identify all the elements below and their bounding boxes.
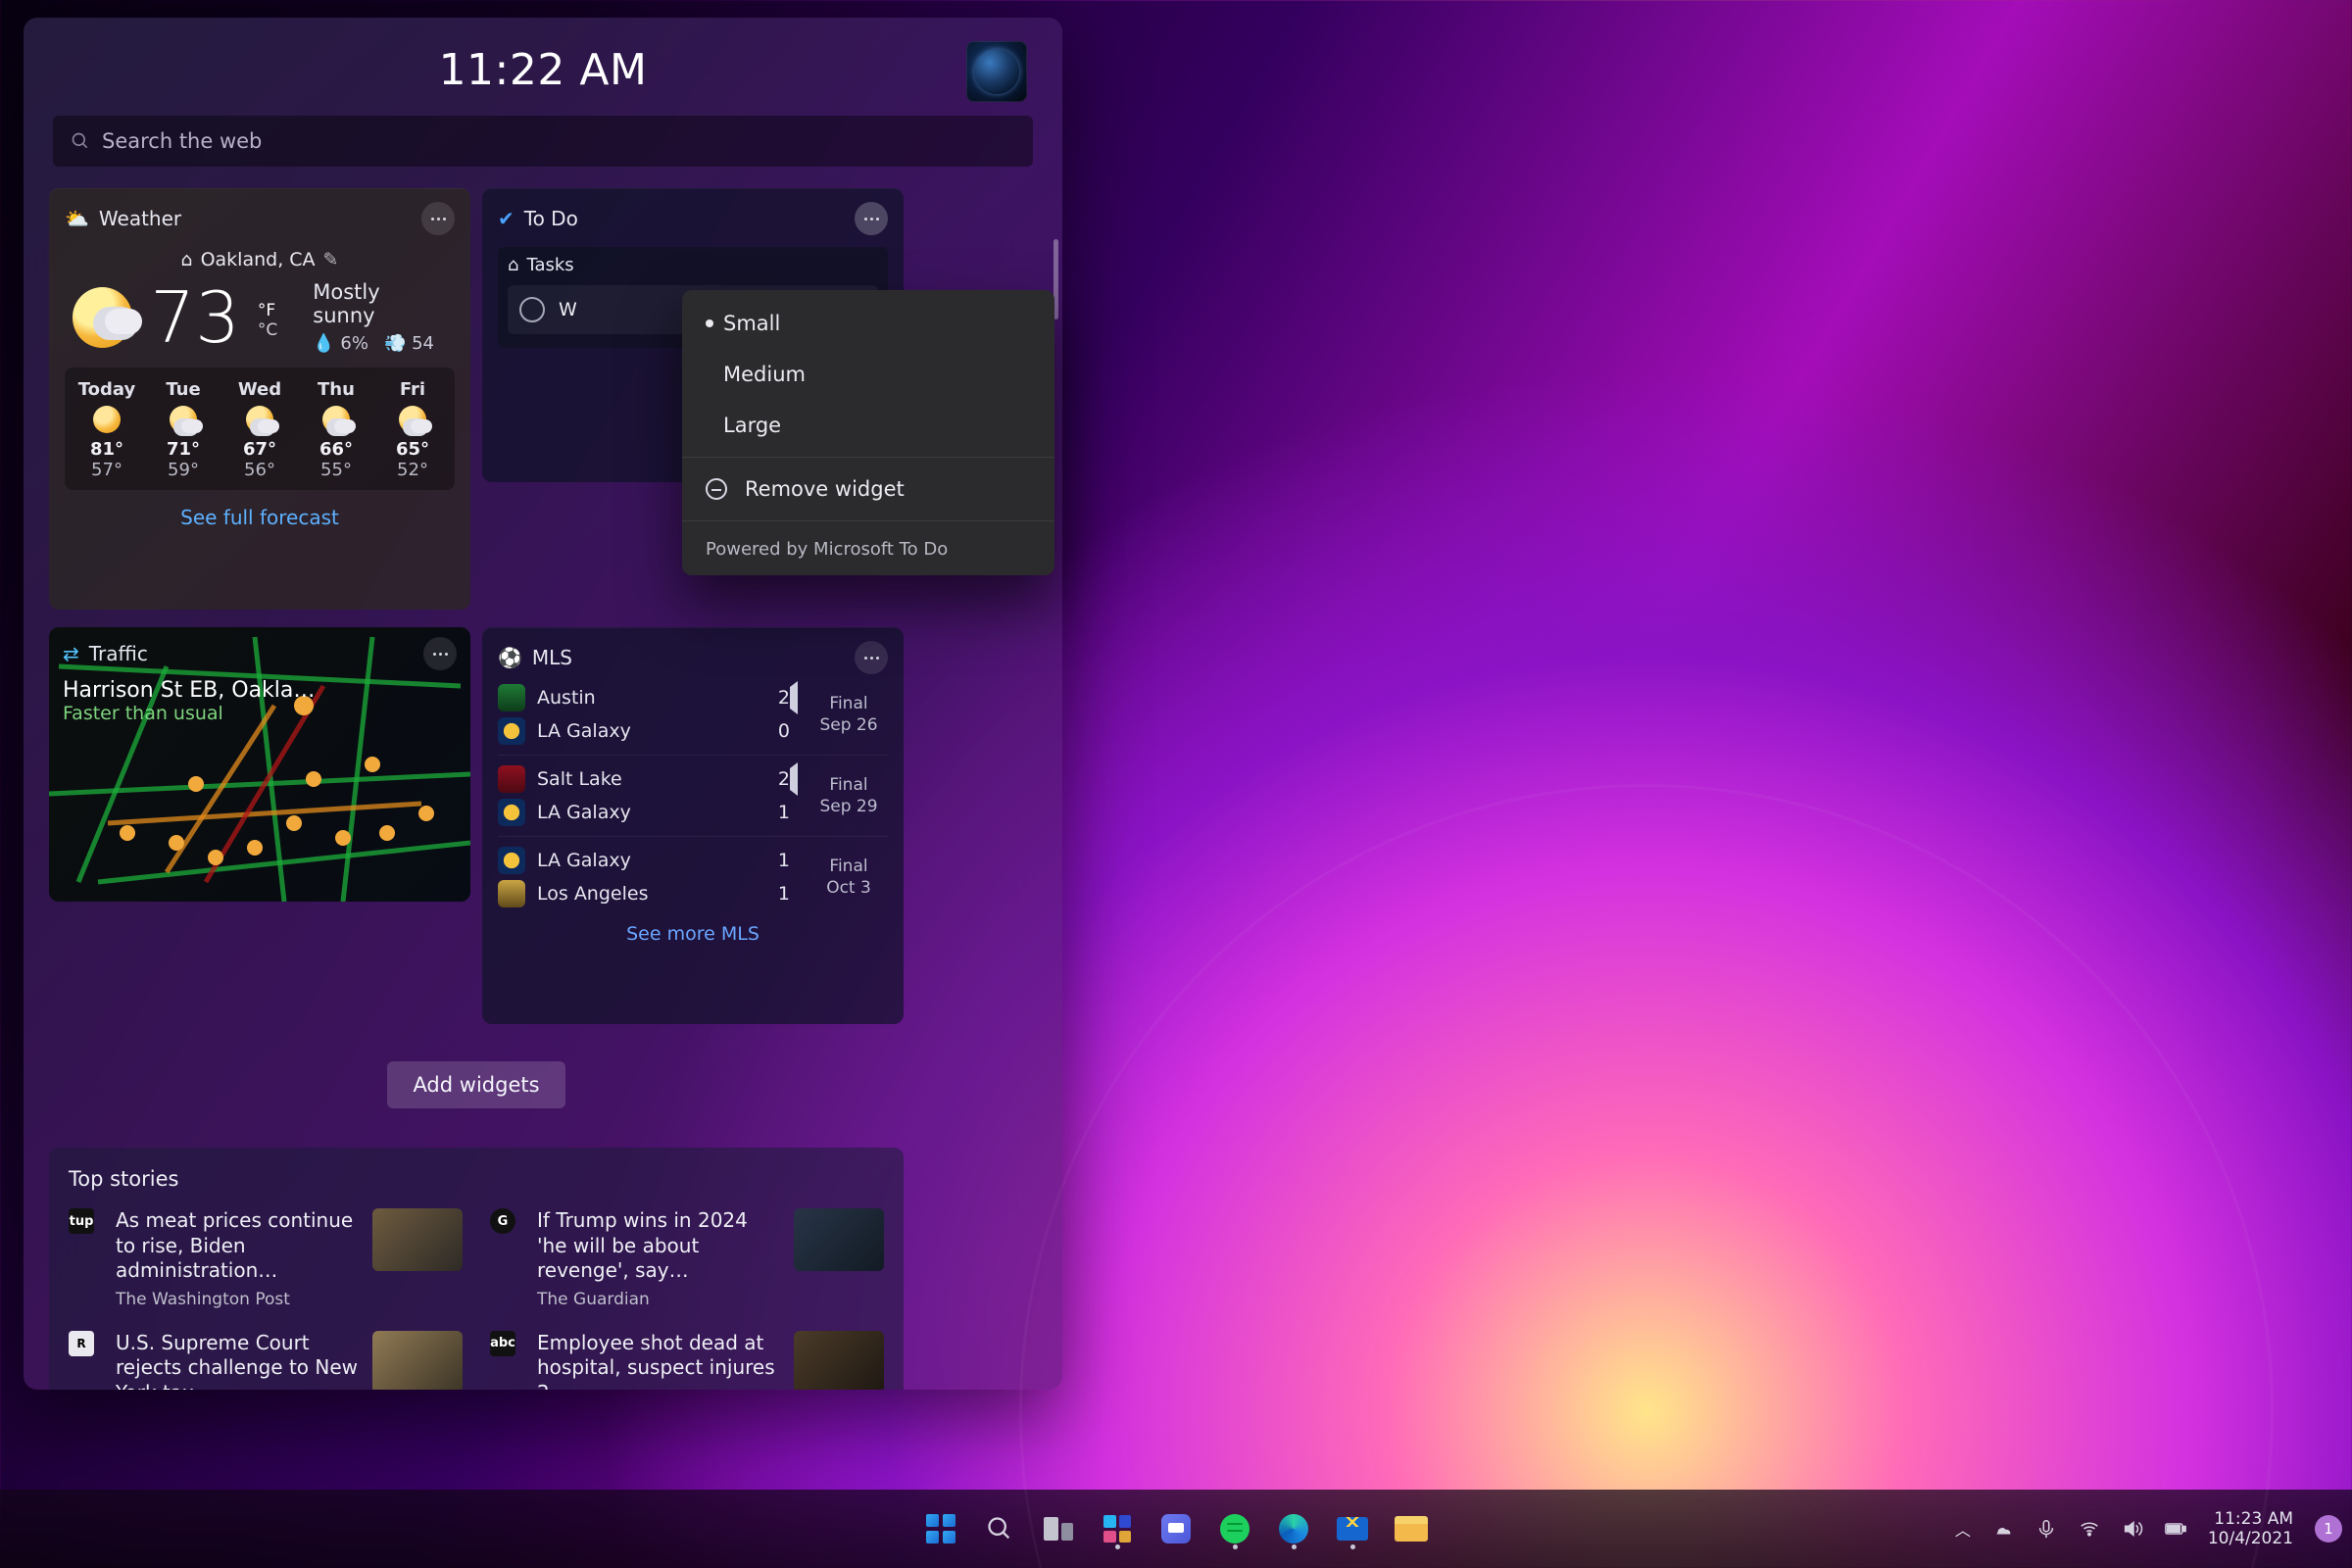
traffic-icon: ⇄ [63, 642, 79, 665]
story-2[interactable]: RU.S. Supreme Court rejects challenge to… [69, 1331, 463, 1390]
search-icon [71, 131, 90, 151]
precip: 💧 6% [313, 333, 368, 354]
microphone-icon[interactable] [2035, 1518, 2057, 1540]
mls-game-1[interactable]: Salt Lake2FinalSep 29LA Galaxy1 [498, 765, 888, 826]
todo-icon: ✔ [498, 207, 514, 230]
search-placeholder: Search the web [102, 129, 262, 153]
mls-more-button[interactable] [855, 641, 888, 674]
menu-size-medium[interactable]: Medium [682, 349, 1054, 400]
menu-remove-widget[interactable]: Remove widget [682, 464, 1054, 514]
see-more-mls-link[interactable]: See more MLS [498, 923, 888, 945]
traffic-more-button[interactable] [423, 637, 457, 670]
mls-icon: ⚽ [498, 646, 522, 669]
top-stories-card: Top stories tupAs meat prices continue t… [49, 1148, 904, 1390]
weather-condition: Mostly sunny [313, 280, 447, 327]
mail-button[interactable] [1328, 1504, 1377, 1553]
see-full-forecast-link[interactable]: See full forecast [65, 506, 455, 529]
task-checkbox[interactable] [519, 297, 545, 322]
todo-title: To Do [524, 207, 578, 230]
forecast-lbl-3: Thu [298, 379, 374, 400]
forecast-lbl-0: Today [69, 379, 145, 400]
taskbar-search-button[interactable] [975, 1504, 1024, 1553]
traffic-title: Traffic [89, 642, 148, 665]
volume-icon[interactable] [2122, 1518, 2143, 1540]
forecast-lbl-2: Wed [221, 379, 298, 400]
panel-clock: 11:22 AM [439, 45, 648, 95]
humidity: 💨 54 [384, 333, 434, 354]
forecast-hi-0: 81° [69, 439, 145, 460]
forecast-lo-3: 55° [298, 460, 374, 480]
task-view-button[interactable] [1034, 1504, 1083, 1553]
menu-powered-by: Powered by Microsoft To Do [682, 527, 1054, 560]
weather-more-button[interactable] [421, 202, 455, 235]
forecast-ico-0 [69, 400, 145, 439]
edit-location-icon[interactable]: ✎ [323, 249, 339, 270]
menu-size-small[interactable]: Small [682, 298, 1054, 349]
taskbar: ︿ 11:23 AM 10/4/2021 1 [0, 1490, 2352, 1568]
tasks-section-title: Tasks [526, 255, 573, 275]
forecast-hi-3: 66° [298, 439, 374, 460]
unit-f[interactable]: °F [258, 301, 277, 320]
notifications-badge[interactable]: 1 [2315, 1515, 2342, 1543]
widget-size-menu: Small Medium Large Remove widget Powered… [682, 290, 1054, 575]
profile-avatar[interactable] [966, 41, 1027, 102]
forecast-lbl-4: Fri [374, 379, 451, 400]
remove-icon [706, 478, 727, 500]
forecast-row: TodayTueWedThuFri 81°71°67°66°65° 57°59°56… [65, 368, 455, 490]
wifi-icon[interactable] [2079, 1518, 2100, 1540]
file-explorer-button[interactable] [1387, 1504, 1436, 1553]
tasks-home-icon: ⌂ [508, 255, 518, 275]
task-text: W [559, 299, 577, 320]
taskbar-clock[interactable]: 11:23 AM 10/4/2021 [2208, 1509, 2293, 1549]
forecast-lo-0: 57° [69, 460, 145, 480]
mls-title: MLS [532, 646, 572, 669]
traffic-status: Faster than usual [63, 703, 315, 724]
story-0[interactable]: tupAs meat prices continue to rise, Bide… [69, 1208, 463, 1309]
top-stories-title: Top stories [69, 1167, 884, 1191]
mls-game-2[interactable]: LA Galaxy1FinalOct 3Los Angeles1 [498, 847, 888, 907]
forecast-lo-2: 56° [221, 460, 298, 480]
weather-widget[interactable]: ⛅ Weather ⌂ Oakland, CA ✎ 73 °F °C Mostl… [49, 188, 470, 610]
weather-icon: ⛅ [65, 207, 89, 230]
chat-button[interactable] [1152, 1504, 1200, 1553]
battery-icon[interactable] [2165, 1518, 2186, 1540]
mls-widget[interactable]: ⚽ MLS Austin2FinalSep 26LA Galaxy0 Salt L… [482, 627, 904, 1024]
tray-chevron-up-icon[interactable]: ︿ [1955, 1517, 1971, 1541]
forecast-ico-4 [374, 400, 451, 439]
forecast-ico-3 [298, 400, 374, 439]
sun-icon [73, 287, 132, 348]
forecast-hi-1: 71° [145, 439, 221, 460]
story-3[interactable]: abcEmployee shot dead at hospital, suspe… [490, 1331, 884, 1390]
forecast-hi-4: 65° [374, 439, 451, 460]
forecast-lbl-1: Tue [145, 379, 221, 400]
onedrive-icon[interactable] [1992, 1518, 2014, 1540]
story-1[interactable]: GIf Trump wins in 2024 'he will be about… [490, 1208, 884, 1309]
menu-size-large[interactable]: Large [682, 400, 1054, 451]
current-temp: 73 [150, 282, 240, 353]
edge-button[interactable] [1269, 1504, 1318, 1553]
widgets-button[interactable] [1093, 1504, 1142, 1553]
forecast-hi-2: 67° [221, 439, 298, 460]
weather-location: Oakland, CA [201, 249, 316, 270]
traffic-headline: Harrison St EB, Oakla… [63, 678, 315, 703]
forecast-lo-4: 52° [374, 460, 451, 480]
mls-game-0[interactable]: Austin2FinalSep 26LA Galaxy0 [498, 684, 888, 745]
unit-c[interactable]: °C [258, 320, 277, 340]
todo-more-button[interactable] [855, 202, 888, 235]
forecast-ico-2 [221, 400, 298, 439]
start-button[interactable] [916, 1504, 965, 1553]
forecast-lo-1: 59° [145, 460, 221, 480]
traffic-widget[interactable]: ⇄ Traffic Harrison St EB, Oakla… Faster … [49, 627, 470, 902]
weather-title: Weather [99, 207, 181, 230]
home-icon: ⌂ [181, 249, 193, 270]
spotify-button[interactable] [1210, 1504, 1259, 1553]
forecast-ico-1 [145, 400, 221, 439]
widgets-panel: 11:22 AM Search the web ⛅ Weather ⌂ Oakl… [24, 18, 1062, 1390]
add-widgets-button[interactable]: Add widgets [387, 1061, 564, 1108]
search-box[interactable]: Search the web [53, 116, 1033, 167]
